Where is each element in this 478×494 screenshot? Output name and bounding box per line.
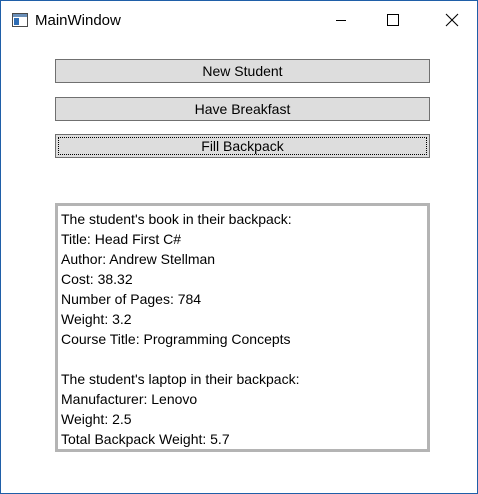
maximize-icon: [387, 14, 399, 26]
have-breakfast-button-label: Have Breakfast: [194, 101, 291, 117]
output-line: Cost: 38.32: [61, 271, 133, 287]
window-app-icon: [12, 13, 28, 27]
minimize-button[interactable]: [318, 1, 364, 39]
output-line: Manufacturer: Lenovo: [61, 391, 198, 407]
output-line: The student's book in their backpack:: [61, 211, 292, 227]
close-icon: [445, 13, 459, 27]
maximize-button[interactable]: [370, 1, 416, 39]
output-line: Number of Pages: 784: [61, 291, 202, 307]
output-line: Author: Andrew Stellman: [61, 251, 216, 267]
fill-backpack-button-label: Fill Backpack: [201, 138, 284, 154]
window-title: MainWindow: [35, 12, 121, 29]
output-textbox[interactable]: The student's book in their backpack: Ti…: [55, 203, 430, 452]
have-breakfast-button[interactable]: Have Breakfast: [55, 97, 430, 121]
close-button[interactable]: [429, 1, 475, 39]
output-line: Weight: 2.5: [61, 411, 132, 427]
output-line: The student's laptop in their backpack:: [61, 371, 300, 387]
output-line: Course Title: Programming Concepts: [61, 331, 291, 347]
output-line: Total Backpack Weight: 5.7: [61, 431, 230, 447]
new-student-button[interactable]: New Student: [55, 59, 430, 83]
main-window: MainWindow New Student Have Breakfast Fi…: [0, 0, 478, 494]
fill-backpack-button[interactable]: Fill Backpack: [55, 134, 430, 158]
new-student-button-label: New Student: [202, 63, 283, 79]
title-bar[interactable]: MainWindow: [1, 1, 477, 39]
output-line: Weight: 3.2: [61, 311, 132, 327]
output-line: Title: Head First C#: [61, 231, 182, 247]
minimize-icon: [335, 14, 347, 26]
